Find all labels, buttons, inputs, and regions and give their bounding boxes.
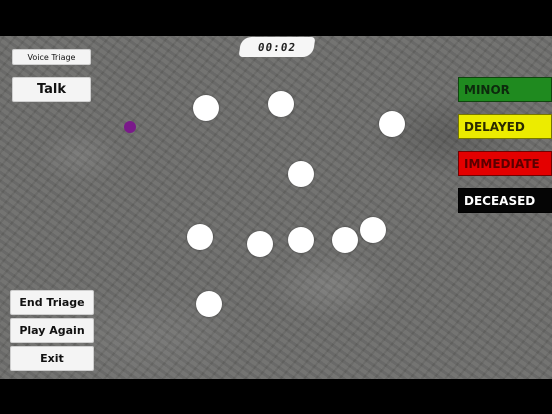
victim-marker[interactable] (360, 217, 386, 243)
bottom-letterbox (0, 379, 552, 414)
victim-marker[interactable] (332, 227, 358, 253)
victim-marker[interactable] (187, 224, 213, 250)
tag-delayed[interactable]: DELAYED (458, 114, 552, 139)
tag-immediate[interactable]: IMMEDIATE (458, 151, 552, 176)
victim-marker[interactable] (196, 291, 222, 317)
victim-marker[interactable] (268, 91, 294, 117)
talk-button[interactable]: Talk (12, 77, 91, 102)
exit-button[interactable]: Exit (10, 346, 94, 371)
player-marker (124, 121, 136, 133)
end-triage-button[interactable]: End Triage (10, 290, 94, 315)
tag-minor[interactable]: MINOR (458, 77, 552, 102)
tag-deceased[interactable]: DECEASED (458, 188, 552, 213)
victim-marker[interactable] (247, 231, 273, 257)
victim-marker[interactable] (288, 161, 314, 187)
victim-marker[interactable] (379, 111, 405, 137)
victim-marker[interactable] (288, 227, 314, 253)
top-letterbox (0, 0, 552, 36)
play-again-button[interactable]: Play Again (10, 318, 94, 343)
timer-display: 00:02 (238, 37, 316, 57)
voice-triage-label: Voice Triage (12, 49, 91, 65)
victim-marker[interactable] (193, 95, 219, 121)
